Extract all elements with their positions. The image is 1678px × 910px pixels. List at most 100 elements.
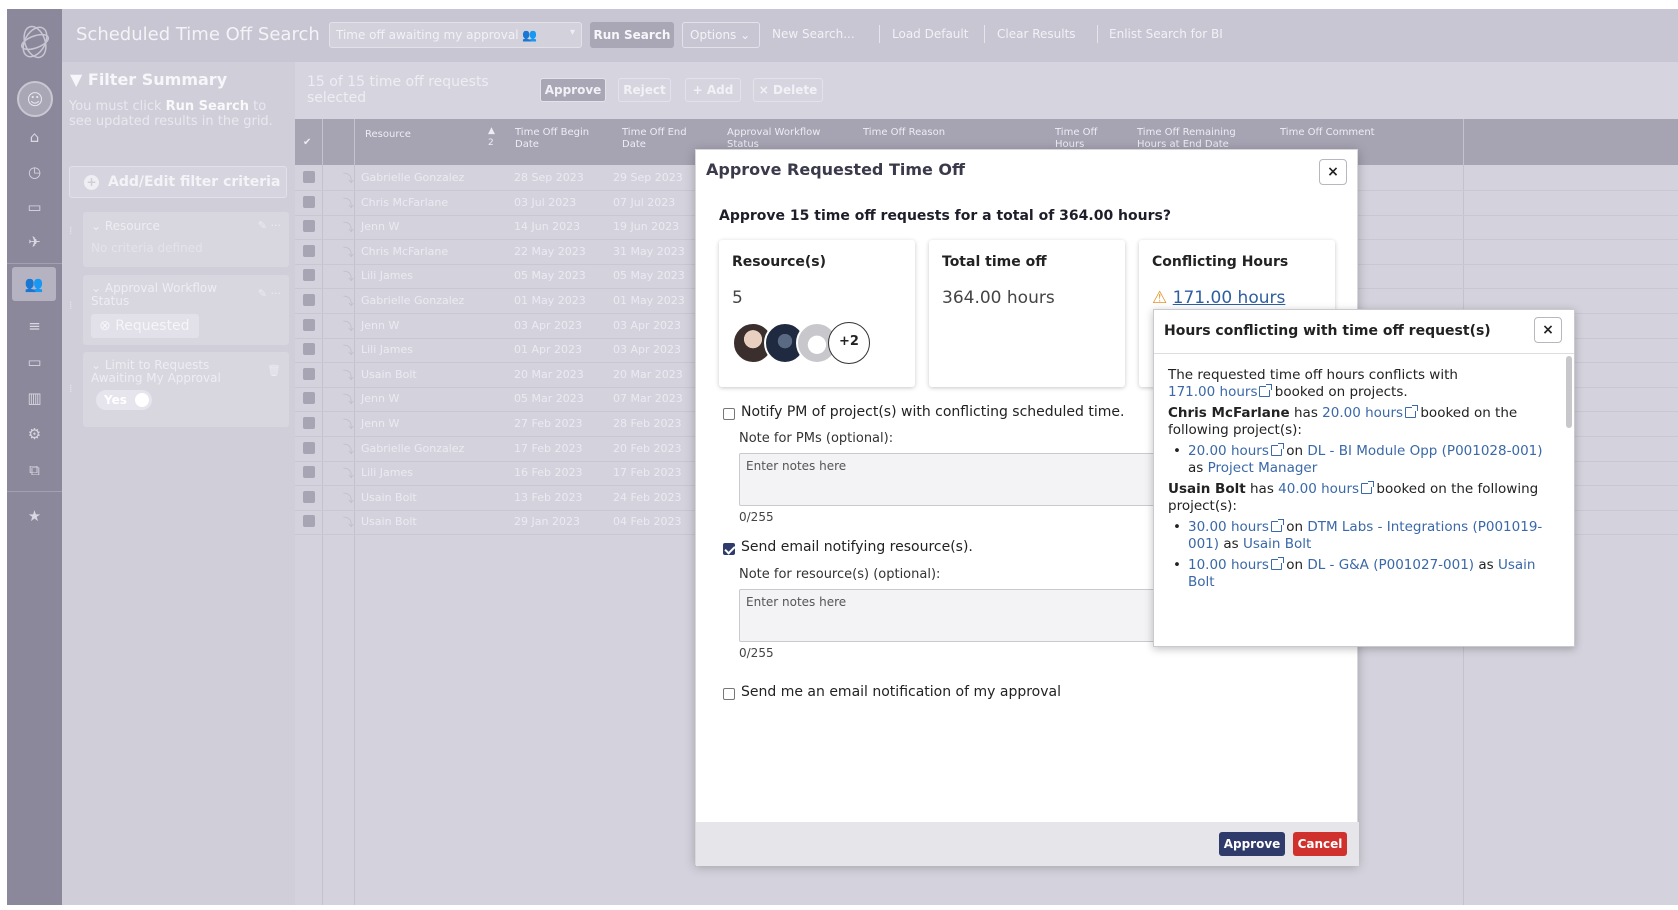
filter-card-approval-status[interactable]: ⌄ Approval Workflow Status ✎ ··· ⊗ Reque… (83, 275, 289, 345)
sort-icon[interactable]: ▲ 2 (488, 125, 495, 149)
star-icon[interactable]: ★ (7, 499, 62, 533)
external-link-icon[interactable] (1405, 405, 1419, 418)
load-default-link[interactable]: Load Default (892, 27, 968, 41)
edit-icon[interactable]: ✎ ··· (258, 287, 281, 300)
col-header-hours[interactable]: Time Off Hours (1055, 127, 1115, 151)
project-hours-link[interactable]: 10.00 hours (1188, 557, 1269, 573)
close-dialog-button[interactable]: × (1319, 159, 1347, 185)
col-header-end-date[interactable]: Time Off End Date (622, 127, 702, 151)
notify-pm-checkbox[interactable] (723, 408, 735, 420)
col-header-approval-status[interactable]: Approval Workflow Status (727, 127, 837, 151)
row-checkbox[interactable] (303, 441, 315, 454)
people-icon[interactable]: 👥 (12, 267, 56, 301)
row-checkbox[interactable] (303, 318, 315, 331)
add-edit-filter-button[interactable]: + Add/Edit filter criteria (69, 166, 287, 198)
run-search-button[interactable]: Run Search (590, 22, 674, 48)
clear-results-link[interactable]: Clear Results (997, 27, 1076, 41)
clock-icon[interactable]: ◷ (7, 155, 62, 189)
expand-icon[interactable]: ⤵ (343, 416, 354, 432)
row-checkbox[interactable] (303, 269, 315, 282)
role-link[interactable]: Usain Bolt (1243, 536, 1311, 552)
expand-icon[interactable]: ⤵ (343, 465, 354, 481)
role-link[interactable]: Project Manager (1208, 460, 1318, 476)
enlist-search-bi-link[interactable]: Enlist Search for BI (1109, 27, 1223, 41)
status-chip[interactable]: ⊗ Requested (91, 314, 199, 338)
expand-icon[interactable]: ⤵ (343, 195, 354, 211)
external-link-icon[interactable] (1270, 519, 1284, 532)
yes-toggle[interactable]: Yes (96, 390, 152, 410)
more-avatars-badge[interactable]: +2 (828, 322, 870, 364)
expand-icon[interactable]: ⤵ (343, 490, 354, 506)
plane-icon[interactable]: ✈ (7, 225, 62, 259)
expand-icon[interactable]: ⤵ (343, 170, 354, 186)
drag-handle-icon[interactable]: ⁞ (69, 299, 73, 312)
conflict-value[interactable]: ⚠ 171.00 hours (1152, 288, 1285, 308)
delete-toolbar-button[interactable]: × Delete (753, 78, 823, 102)
logo-icon[interactable] (16, 15, 53, 69)
person-hours-link[interactable]: 20.00 hours (1322, 405, 1403, 421)
expand-icon[interactable]: ⤵ (343, 268, 354, 284)
expand-icon[interactable]: ⤵ (343, 514, 354, 530)
external-link-icon[interactable] (1270, 443, 1284, 456)
external-link-icon[interactable] (1270, 557, 1284, 570)
approve-toolbar-button[interactable]: Approve (540, 78, 606, 102)
filter-card-resource[interactable]: ⌄ Resource ✎ ··· No criteria defined (83, 212, 289, 267)
row-checkbox[interactable] (303, 417, 315, 429)
row-checkbox[interactable] (303, 171, 315, 183)
new-search-link[interactable]: New Search... (772, 27, 855, 41)
expand-icon[interactable]: ⤵ (343, 391, 354, 407)
row-checkbox[interactable] (303, 367, 315, 380)
col-header-resource[interactable]: Resource (365, 129, 411, 141)
chart-icon[interactable]: ▥ (7, 381, 62, 415)
row-checkbox[interactable] (303, 466, 315, 479)
org-icon[interactable]: ⧉ (7, 453, 62, 487)
close-popover-button[interactable]: × (1534, 317, 1562, 343)
options-dropdown[interactable]: Options ⌄ (682, 22, 760, 48)
saved-search-select[interactable]: Time off awaiting my approval 👥 ▾ (329, 22, 582, 48)
gear-icon[interactable]: ⚙ (7, 417, 62, 451)
expand-icon[interactable]: ⤵ (343, 244, 354, 260)
expand-icon[interactable]: ⤵ (343, 367, 354, 383)
expand-icon[interactable]: ⤵ (343, 219, 354, 235)
project-hours-link[interactable]: 20.00 hours (1188, 443, 1269, 459)
row-checkbox[interactable] (303, 294, 315, 306)
total-conflict-hours-link[interactable]: 171.00 hours (1168, 384, 1257, 400)
cancel-button[interactable]: Cancel (1293, 832, 1347, 856)
drag-handle-icon[interactable]: ⁞ (69, 224, 73, 237)
col-header-reason[interactable]: Time Off Reason (863, 127, 945, 139)
approve-button[interactable]: Approve (1219, 832, 1285, 856)
row-checkbox[interactable] (303, 515, 315, 528)
project-link[interactable]: DL - G&A (P001027-001) (1307, 557, 1474, 573)
expand-icon[interactable]: ⤵ (343, 441, 354, 457)
row-checkbox[interactable] (303, 244, 315, 257)
billing-icon[interactable]: ▭ (7, 345, 62, 379)
user-avatar[interactable]: ☺ (17, 81, 53, 117)
row-checkbox[interactable] (303, 195, 315, 208)
send-me-checkbox[interactable] (723, 688, 735, 700)
drag-handle-icon[interactable]: ⁞ (69, 382, 73, 395)
col-header-remaining-hours[interactable]: Time Off Remaining Hours at End Date (1137, 127, 1257, 151)
expand-icon[interactable]: ⤵ (343, 293, 354, 309)
filter-card-limit-awaiting[interactable]: ⌄ Limit to Requests Awaiting My Approval… (83, 352, 289, 427)
project-hours-link[interactable]: 30.00 hours (1188, 519, 1269, 535)
row-checkbox[interactable] (303, 220, 315, 233)
external-link-icon[interactable] (1259, 384, 1273, 397)
project-link[interactable]: DL - BI Module Opp (P001028-001) (1307, 443, 1542, 459)
list-icon[interactable]: ≡ (7, 309, 62, 343)
expand-icon[interactable]: ⤵ (343, 318, 354, 334)
col-header-begin-date[interactable]: Time Off Begin Date (515, 127, 601, 151)
person-hours-link[interactable]: 40.00 hours (1278, 481, 1359, 497)
trash-icon[interactable]: 🗑 (267, 364, 281, 377)
row-checkbox[interactable] (303, 343, 315, 356)
select-all-checkbox[interactable]: ✔ (303, 137, 311, 149)
expand-icon[interactable]: ⤵ (343, 342, 354, 358)
money-icon[interactable]: ▭ (7, 190, 62, 224)
edit-icon[interactable]: ✎ ··· (258, 219, 281, 232)
popover-scrollbar[interactable] (1566, 356, 1572, 428)
external-link-icon[interactable] (1361, 481, 1375, 494)
row-checkbox[interactable] (303, 392, 315, 405)
col-header-comment[interactable]: Time Off Comment (1280, 127, 1375, 139)
add-toolbar-button[interactable]: + Add (685, 78, 741, 102)
reject-toolbar-button[interactable]: Reject (618, 78, 671, 102)
send-email-checkbox[interactable] (723, 543, 735, 555)
